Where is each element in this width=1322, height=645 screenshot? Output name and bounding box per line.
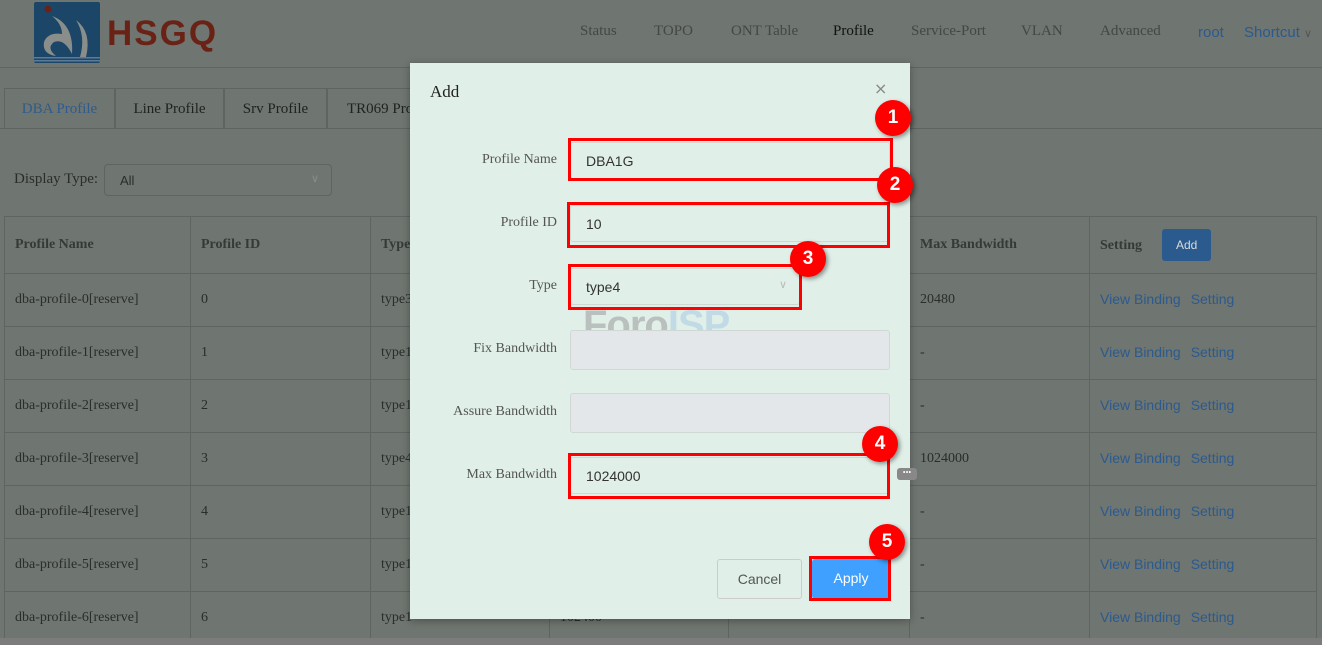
display-type-value: All (120, 173, 135, 188)
profile-name-label: Profile Name (481, 152, 557, 167)
highlight-box-4 (568, 453, 890, 499)
cell-profile-id: 5 (190, 538, 371, 592)
cell-profile-id: 6 (190, 591, 371, 645)
step-badge-3: 3 (790, 241, 826, 277)
step-badge-5: 5 (869, 524, 905, 560)
shortcut-menu[interactable]: Shortcut ∨ (1244, 24, 1312, 41)
cell-profile-name: dba-profile-6[reserve] (4, 591, 191, 645)
user-menu[interactable]: root (1198, 24, 1224, 41)
fix-bandwidth-input[interactable] (570, 330, 890, 370)
step-badge-1: 1 (875, 100, 911, 136)
setting-link[interactable]: Setting (1191, 503, 1235, 519)
cell-max-bandwidth: - (909, 326, 1090, 380)
display-type-select[interactable]: All ∨ (104, 164, 332, 196)
fix-bandwidth-label: Fix Bandwidth (473, 341, 557, 356)
cell-profile-name: dba-profile-0[reserve] (4, 273, 191, 327)
setting-link[interactable]: Setting (1191, 397, 1235, 413)
cell-profile-id: 4 (190, 485, 371, 539)
setting-header: Setting (1100, 238, 1142, 253)
cell-setting: View Binding Setting (1089, 326, 1317, 380)
cell-max-bandwidth: 1024000 (909, 432, 1090, 486)
view-binding-link[interactable]: View Binding (1100, 450, 1181, 466)
close-icon[interactable]: × (874, 79, 887, 98)
cell-max-bandwidth: - (909, 485, 1090, 539)
highlight-box-1 (568, 138, 893, 181)
nav-topo[interactable]: TOPO (654, 23, 693, 40)
horizontal-scrollbar[interactable] (0, 638, 1322, 645)
setting-link[interactable]: Setting (1191, 291, 1235, 307)
cell-setting: View Binding Setting (1089, 485, 1317, 539)
col-profile-id: Profile ID (190, 216, 371, 274)
max-bandwidth-label: Max Bandwidth (466, 467, 557, 482)
tab-dba-profile[interactable]: DBA Profile (4, 88, 115, 129)
setting-link[interactable]: Setting (1191, 609, 1235, 625)
cell-setting: View Binding Setting (1089, 379, 1317, 433)
cell-profile-name: dba-profile-2[reserve] (4, 379, 191, 433)
type-label: Type (529, 278, 557, 293)
logo-swirl-icon (34, 5, 100, 62)
cell-setting: View Binding Setting (1089, 591, 1317, 645)
highlight-box-2 (567, 202, 890, 248)
cell-profile-name: dba-profile-1[reserve] (4, 326, 191, 380)
nav-ont-table[interactable]: ONT Table (731, 23, 798, 40)
cancel-button[interactable]: Cancel (717, 559, 802, 599)
nav-status[interactable]: Status (580, 23, 617, 40)
cell-profile-id: 3 (190, 432, 371, 486)
chevron-down-icon: ∨ (310, 173, 319, 185)
cell-profile-name: dba-profile-4[reserve] (4, 485, 191, 539)
display-type-label: Display Type: (14, 171, 99, 187)
tab-srv-profile[interactable]: Srv Profile (224, 88, 327, 129)
nav-service-port[interactable]: Service-Port (911, 23, 986, 40)
highlight-box-5 (809, 556, 891, 601)
cell-max-bandwidth: - (909, 379, 1090, 433)
assure-bandwidth-label: Assure Bandwidth (453, 404, 557, 419)
nav-advanced[interactable]: Advanced (1100, 23, 1161, 40)
cell-setting: View Binding Setting (1089, 432, 1317, 486)
view-binding-link[interactable]: View Binding (1100, 503, 1181, 519)
dialog-title: Add (430, 82, 460, 101)
assure-bandwidth-input[interactable] (570, 393, 890, 433)
view-binding-link[interactable]: View Binding (1100, 397, 1181, 413)
tab-line-profile[interactable]: Line Profile (115, 88, 224, 129)
view-binding-link[interactable]: View Binding (1100, 609, 1181, 625)
cell-max-bandwidth: - (909, 591, 1090, 645)
setting-link[interactable]: Setting (1191, 556, 1235, 572)
comment-icon: ••• (897, 468, 917, 480)
chevron-down-icon: ∨ (1304, 28, 1313, 40)
col-profile-name: Profile Name (4, 216, 191, 274)
cell-max-bandwidth: 20480 (909, 273, 1090, 327)
cell-setting: View Binding Setting (1089, 273, 1317, 327)
setting-link[interactable]: Setting (1191, 344, 1235, 360)
cell-profile-id: 0 (190, 273, 371, 327)
cell-profile-name: dba-profile-5[reserve] (4, 538, 191, 592)
col-setting: Setting Add (1089, 216, 1317, 274)
view-binding-link[interactable]: View Binding (1100, 291, 1181, 307)
shortcut-label: Shortcut (1244, 24, 1300, 41)
step-badge-4: 4 (862, 426, 898, 462)
add-dialog: Add × ForoISP Profile Name DBA1G Profile… (410, 63, 917, 619)
cell-max-bandwidth: - (909, 538, 1090, 592)
cell-profile-id: 2 (190, 379, 371, 433)
view-binding-link[interactable]: View Binding (1100, 556, 1181, 572)
highlight-box-3 (568, 264, 802, 310)
nav-vlan[interactable]: VLAN (1021, 23, 1063, 40)
logo-text: HSGQ (107, 14, 219, 53)
add-button[interactable]: Add (1162, 229, 1212, 261)
cell-setting: View Binding Setting (1089, 538, 1317, 592)
setting-link[interactable]: Setting (1191, 450, 1235, 466)
col-max-bandwidth: Max Bandwidth (909, 216, 1090, 274)
logo (34, 2, 100, 63)
profile-id-label: Profile ID (500, 215, 557, 230)
cell-profile-name: dba-profile-3[reserve] (4, 432, 191, 486)
view-binding-link[interactable]: View Binding (1100, 344, 1181, 360)
step-badge-2: 2 (877, 167, 913, 203)
cell-profile-id: 1 (190, 326, 371, 380)
nav-profile[interactable]: Profile (833, 23, 874, 40)
